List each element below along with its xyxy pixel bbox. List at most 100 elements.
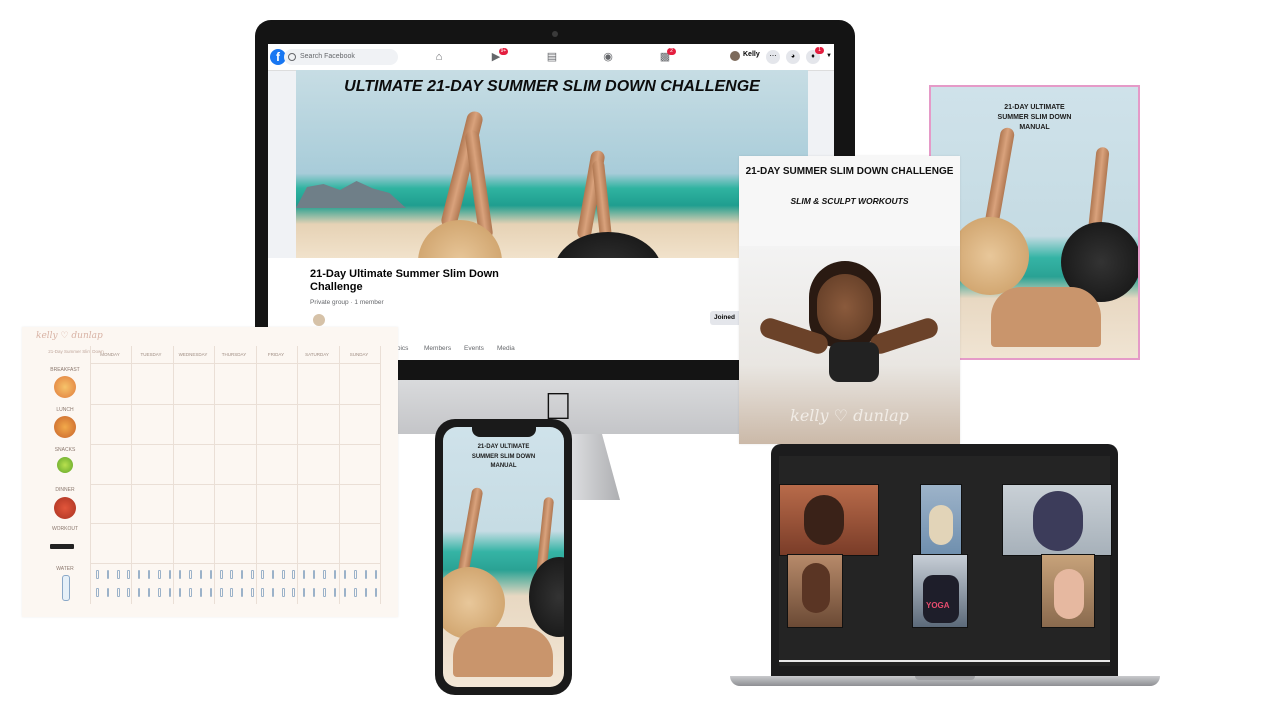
home-icon[interactable]: ⌂ (432, 50, 446, 64)
water-glass-checkbox[interactable] (302, 588, 306, 597)
group-privacy-meta: Private group · 1 member (310, 299, 384, 306)
water-glass-checkbox[interactable] (374, 570, 378, 579)
water-glass-checkbox[interactable] (220, 588, 223, 597)
grid-line (214, 346, 215, 604)
participant-video-tile[interactable] (920, 484, 962, 556)
water-glass-checkbox[interactable] (209, 570, 213, 579)
water-glass-checkbox[interactable] (158, 588, 161, 597)
grid-line (90, 363, 380, 364)
workbook-subtitle: SLIM & SCULPT WORKOUTS (790, 196, 909, 206)
water-glass-checkbox[interactable] (251, 588, 254, 597)
member-avatar[interactable] (312, 313, 326, 327)
water-glass-checkbox[interactable] (189, 588, 192, 597)
messenger-icon[interactable]: ◕ (786, 50, 800, 64)
video-call-control-bar[interactable] (779, 660, 1110, 662)
water-glass-checkbox[interactable] (282, 570, 285, 579)
day-header: MONDAY (100, 352, 120, 357)
water-glass-checkbox[interactable] (354, 588, 357, 597)
water-glass-checkbox[interactable] (106, 588, 110, 597)
grid-line (90, 484, 380, 485)
water-glass-checkbox[interactable] (199, 588, 203, 597)
water-glass-checkbox[interactable] (96, 588, 99, 597)
water-glass-checkbox[interactable] (178, 570, 182, 579)
row-label-water: WATER (56, 566, 74, 572)
user-avatar[interactable] (730, 51, 740, 61)
water-glass-checkbox[interactable] (96, 570, 99, 579)
water-glass-checkbox[interactable] (323, 588, 326, 597)
grid-line (297, 346, 298, 604)
water-glass-checkbox[interactable] (147, 588, 151, 597)
water-glass-checkbox[interactable] (333, 570, 337, 579)
user-name[interactable]: Kelly (743, 51, 760, 58)
water-glass-checkbox[interactable] (106, 570, 110, 579)
water-glass-checkbox[interactable] (189, 570, 192, 579)
row-label-lunch: LUNCH (56, 407, 74, 413)
water-glass-checkbox[interactable] (117, 570, 120, 579)
water-glass-checkbox[interactable] (261, 588, 264, 597)
tab-members[interactable]: Members (424, 345, 451, 352)
water-glass-checkbox[interactable] (292, 570, 295, 579)
water-glass-checkbox[interactable] (364, 570, 368, 579)
grid-line (131, 346, 132, 604)
water-glass-checkbox[interactable] (117, 588, 120, 597)
water-glass-checkbox[interactable] (240, 588, 244, 597)
water-glass-checkbox[interactable] (168, 588, 172, 597)
water-glass-checkbox[interactable] (158, 570, 161, 579)
water-glass-checkbox[interactable] (343, 588, 347, 597)
mountain-shape (296, 181, 406, 208)
watch-badge: 9+ (499, 48, 508, 55)
participant-video-tile[interactable]: YOGA (912, 554, 968, 628)
participant-video-tile[interactable] (779, 484, 879, 556)
water-glass-checkbox[interactable] (209, 588, 213, 597)
water-glass-checkbox[interactable] (127, 570, 130, 579)
water-glass-checkbox[interactable] (292, 588, 295, 597)
water-glass-checkbox[interactable] (374, 588, 378, 597)
water-glass-checkbox[interactable] (137, 588, 141, 597)
person-shape (453, 627, 553, 677)
facebook-topbar: f Search Facebook ⌂ ▶ 9+ ▤ ◉ ▩ 2 Kelly ⋯… (268, 44, 834, 71)
tab-events[interactable]: Events (464, 345, 484, 352)
water-glass-checkbox[interactable] (364, 588, 368, 597)
day-header: THURSDAY (221, 352, 247, 357)
black-hat-shape (554, 232, 662, 258)
grid-line (90, 563, 380, 564)
water-glass-checkbox[interactable] (230, 588, 233, 597)
water-glass-checkbox[interactable] (240, 570, 244, 579)
water-glass-checkbox[interactable] (220, 570, 223, 579)
water-glass-checkbox[interactable] (127, 588, 130, 597)
day-header: SUNDAY (349, 352, 369, 357)
water-glass-checkbox[interactable] (261, 570, 264, 579)
water-glass-checkbox[interactable] (323, 570, 326, 579)
water-glass-checkbox[interactable] (343, 570, 347, 579)
grid-line (256, 346, 257, 604)
water-glass-checkbox[interactable] (199, 570, 203, 579)
water-glass-checkbox[interactable] (137, 570, 141, 579)
water-glass-checkbox[interactable] (178, 588, 182, 597)
water-glass-checkbox[interactable] (147, 570, 151, 579)
water-glass-checkbox[interactable] (333, 588, 337, 597)
water-glass-checkbox[interactable] (230, 570, 233, 579)
participant-video-tile[interactable] (787, 554, 843, 628)
participant-video-tile[interactable] (1041, 554, 1095, 628)
water-glass-checkbox[interactable] (302, 570, 306, 579)
water-glass-checkbox[interactable] (251, 570, 254, 579)
marketplace-icon[interactable]: ▤ (545, 50, 559, 64)
water-glass-checkbox[interactable] (168, 570, 172, 579)
search-input[interactable]: Search Facebook (284, 49, 398, 65)
dinner-icon (54, 497, 76, 519)
water-glass-checkbox[interactable] (282, 588, 285, 597)
workbook-logo: kelly ♡ dunlap (790, 406, 909, 425)
groups-icon[interactable]: ◉ (601, 50, 615, 64)
water-glass-checkbox[interactable] (271, 570, 275, 579)
water-glass-checkbox[interactable] (271, 588, 275, 597)
account-chevron-down-icon[interactable]: ▼ (826, 53, 832, 59)
participant-video-tile[interactable] (1002, 484, 1112, 556)
participant-shape (802, 563, 830, 613)
water-glass-checkbox[interactable] (354, 570, 357, 579)
water-glass-checkbox[interactable] (312, 570, 316, 579)
water-glass-checkbox[interactable] (312, 588, 316, 597)
water-tracker (94, 570, 380, 598)
tab-media[interactable]: Media (497, 345, 515, 352)
video-call-screen: YOGA (779, 456, 1112, 666)
menu-grid-icon[interactable]: ⋯ (766, 50, 780, 64)
